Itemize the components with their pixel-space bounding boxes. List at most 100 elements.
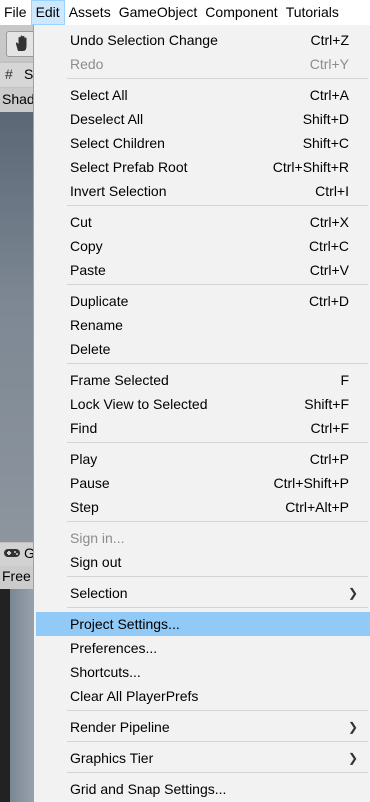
menu-separator (67, 710, 368, 711)
menu-item-label: Select Prefab Root (70, 159, 188, 175)
menu-item-shortcut: Ctrl+Y (309, 56, 349, 72)
menu-item-label: Frame Selected (70, 372, 169, 388)
menu-item-play[interactable]: Play Ctrl+P (36, 447, 370, 471)
menu-item-shortcut: Ctrl+F (310, 420, 350, 436)
menu-item-label: Grid and Snap Settings... (70, 781, 227, 797)
menu-item-label: Play (70, 451, 98, 467)
scene-viewport[interactable] (0, 112, 36, 542)
menu-item-rename[interactable]: Rename (36, 313, 370, 337)
menu-item-delete[interactable]: Delete (36, 337, 370, 361)
menu-item-project-settings[interactable]: Project Settings... (36, 612, 370, 636)
menu-item-cut[interactable]: Cut Ctrl+X (36, 210, 370, 234)
menu-item-select-all[interactable]: Select All Ctrl+A (36, 83, 370, 107)
menu-item-sign-in: Sign in... (36, 526, 370, 550)
menu-item-shortcuts[interactable]: Shortcuts... (36, 660, 370, 684)
edit-menu-dropdown: Undo Selection Change Ctrl+Z Redo Ctrl+Y… (33, 25, 370, 802)
menu-item-label: Undo Selection Change (70, 32, 218, 48)
menu-separator (67, 521, 368, 522)
menu-separator (67, 78, 368, 79)
menu-item-preferences[interactable]: Preferences... (36, 636, 370, 660)
menu-item-invert-selection[interactable]: Invert Selection Ctrl+I (36, 179, 370, 203)
scene-grid-icon: # (5, 66, 13, 82)
menu-item-label: Selection (70, 585, 128, 601)
menu-item-shortcut: Ctrl+A (309, 87, 349, 103)
menu-item-label: Render Pipeline (70, 719, 170, 735)
aspect-dropdown[interactable]: Free (0, 566, 36, 589)
menu-item-label: Step (70, 499, 99, 515)
menu-item-label: Deselect All (70, 111, 144, 127)
menu-item-frame-selected[interactable]: Frame Selected F (36, 368, 370, 392)
menu-item-label: Cut (70, 214, 92, 230)
menu-item-shortcut: Ctrl+Shift+P (273, 475, 349, 491)
menu-item-shortcut: Ctrl+P (309, 451, 349, 467)
menu-item-label: Lock View to Selected (70, 396, 208, 412)
menu-separator (67, 363, 368, 364)
menu-item-shortcut: Ctrl+I (315, 183, 349, 199)
menu-item-label: Rename (70, 317, 123, 333)
menu-edit[interactable]: Edit (30, 0, 65, 25)
menu-component[interactable]: Component (201, 0, 281, 25)
menu-item-duplicate[interactable]: Duplicate Ctrl+D (36, 289, 370, 313)
menu-separator (67, 205, 368, 206)
menu-item-shortcut: Ctrl+C (308, 238, 349, 254)
menu-item-render-pipeline[interactable]: Render Pipeline ❯ (36, 715, 370, 739)
menu-gameobject[interactable]: GameObject (115, 0, 202, 25)
menu-item-lock-view[interactable]: Lock View to Selected Shift+F (36, 392, 370, 416)
menu-assets[interactable]: Assets (65, 0, 115, 25)
menu-item-label: Graphics Tier (70, 750, 154, 766)
menu-item-label: Clear All PlayerPrefs (70, 688, 199, 704)
shading-mode-dropdown[interactable]: Shad (0, 88, 36, 112)
menu-item-copy[interactable]: Copy Ctrl+C (36, 234, 370, 258)
submenu-arrow-icon: ❯ (347, 720, 358, 734)
menu-separator (67, 607, 368, 608)
menu-bar: File Edit Assets GameObject Component Tu… (0, 0, 370, 25)
menu-item-shortcut: Shift+D (302, 111, 349, 127)
menu-item-shortcut: Ctrl+Z (310, 32, 350, 48)
menu-item-label: Shortcuts... (70, 664, 141, 680)
menu-item-select-children[interactable]: Select Children Shift+C (36, 131, 370, 155)
menu-item-deselect-all[interactable]: Deselect All Shift+D (36, 107, 370, 131)
menu-item-label: Find (70, 420, 98, 436)
menu-item-shortcut: Ctrl+D (308, 293, 349, 309)
menu-item-label: Sign in... (70, 530, 125, 546)
menu-item-label: Sign out (70, 554, 122, 570)
menu-item-selection[interactable]: Selection ❯ (36, 581, 370, 605)
menu-separator (67, 284, 368, 285)
menu-item-shortcut: Ctrl+V (309, 262, 349, 278)
menu-item-label: Redo (70, 56, 104, 72)
menu-item-grid-snap-settings[interactable]: Grid and Snap Settings... (36, 777, 370, 801)
menu-item-label: Delete (70, 341, 111, 357)
menu-item-find[interactable]: Find Ctrl+F (36, 416, 370, 440)
menu-separator (67, 442, 368, 443)
menu-item-label: Pause (70, 475, 110, 491)
shading-mode-label: Shad (2, 91, 35, 107)
menu-separator (67, 772, 368, 773)
scene-tab[interactable]: # S (0, 63, 36, 87)
menu-item-label: Paste (70, 262, 106, 278)
menu-item-step[interactable]: Step Ctrl+Alt+P (36, 495, 370, 519)
menu-separator (67, 741, 368, 742)
menu-item-label: Preferences... (70, 640, 158, 656)
menu-item-label: Select All (70, 87, 128, 103)
menu-item-undo[interactable]: Undo Selection Change Ctrl+Z (36, 28, 370, 52)
menu-separator (67, 576, 368, 577)
menu-item-clear-playerprefs[interactable]: Clear All PlayerPrefs (36, 684, 370, 708)
menu-item-shortcut: Shift+C (302, 135, 349, 151)
menu-item-select-prefab-root[interactable]: Select Prefab Root Ctrl+Shift+R (36, 155, 370, 179)
aspect-label: Free (2, 568, 31, 584)
menu-item-graphics-tier[interactable]: Graphics Tier ❯ (36, 746, 370, 770)
menu-item-label: Project Settings... (70, 616, 180, 632)
menu-item-paste[interactable]: Paste Ctrl+V (36, 258, 370, 282)
menu-item-label: Duplicate (70, 293, 129, 309)
menu-item-label: Select Children (70, 135, 165, 151)
menu-item-shortcut: Ctrl+Shift+R (272, 159, 349, 175)
menu-item-pause[interactable]: Pause Ctrl+Shift+P (36, 471, 370, 495)
submenu-arrow-icon: ❯ (347, 751, 358, 765)
game-tab[interactable]: G (0, 543, 36, 566)
menu-tutorials[interactable]: Tutorials (282, 0, 343, 25)
menu-file[interactable]: File (0, 0, 31, 25)
menu-item-sign-out[interactable]: Sign out (36, 550, 370, 574)
gamepad-icon (4, 549, 20, 557)
menu-item-label: Copy (70, 238, 103, 254)
hand-icon (15, 35, 27, 51)
